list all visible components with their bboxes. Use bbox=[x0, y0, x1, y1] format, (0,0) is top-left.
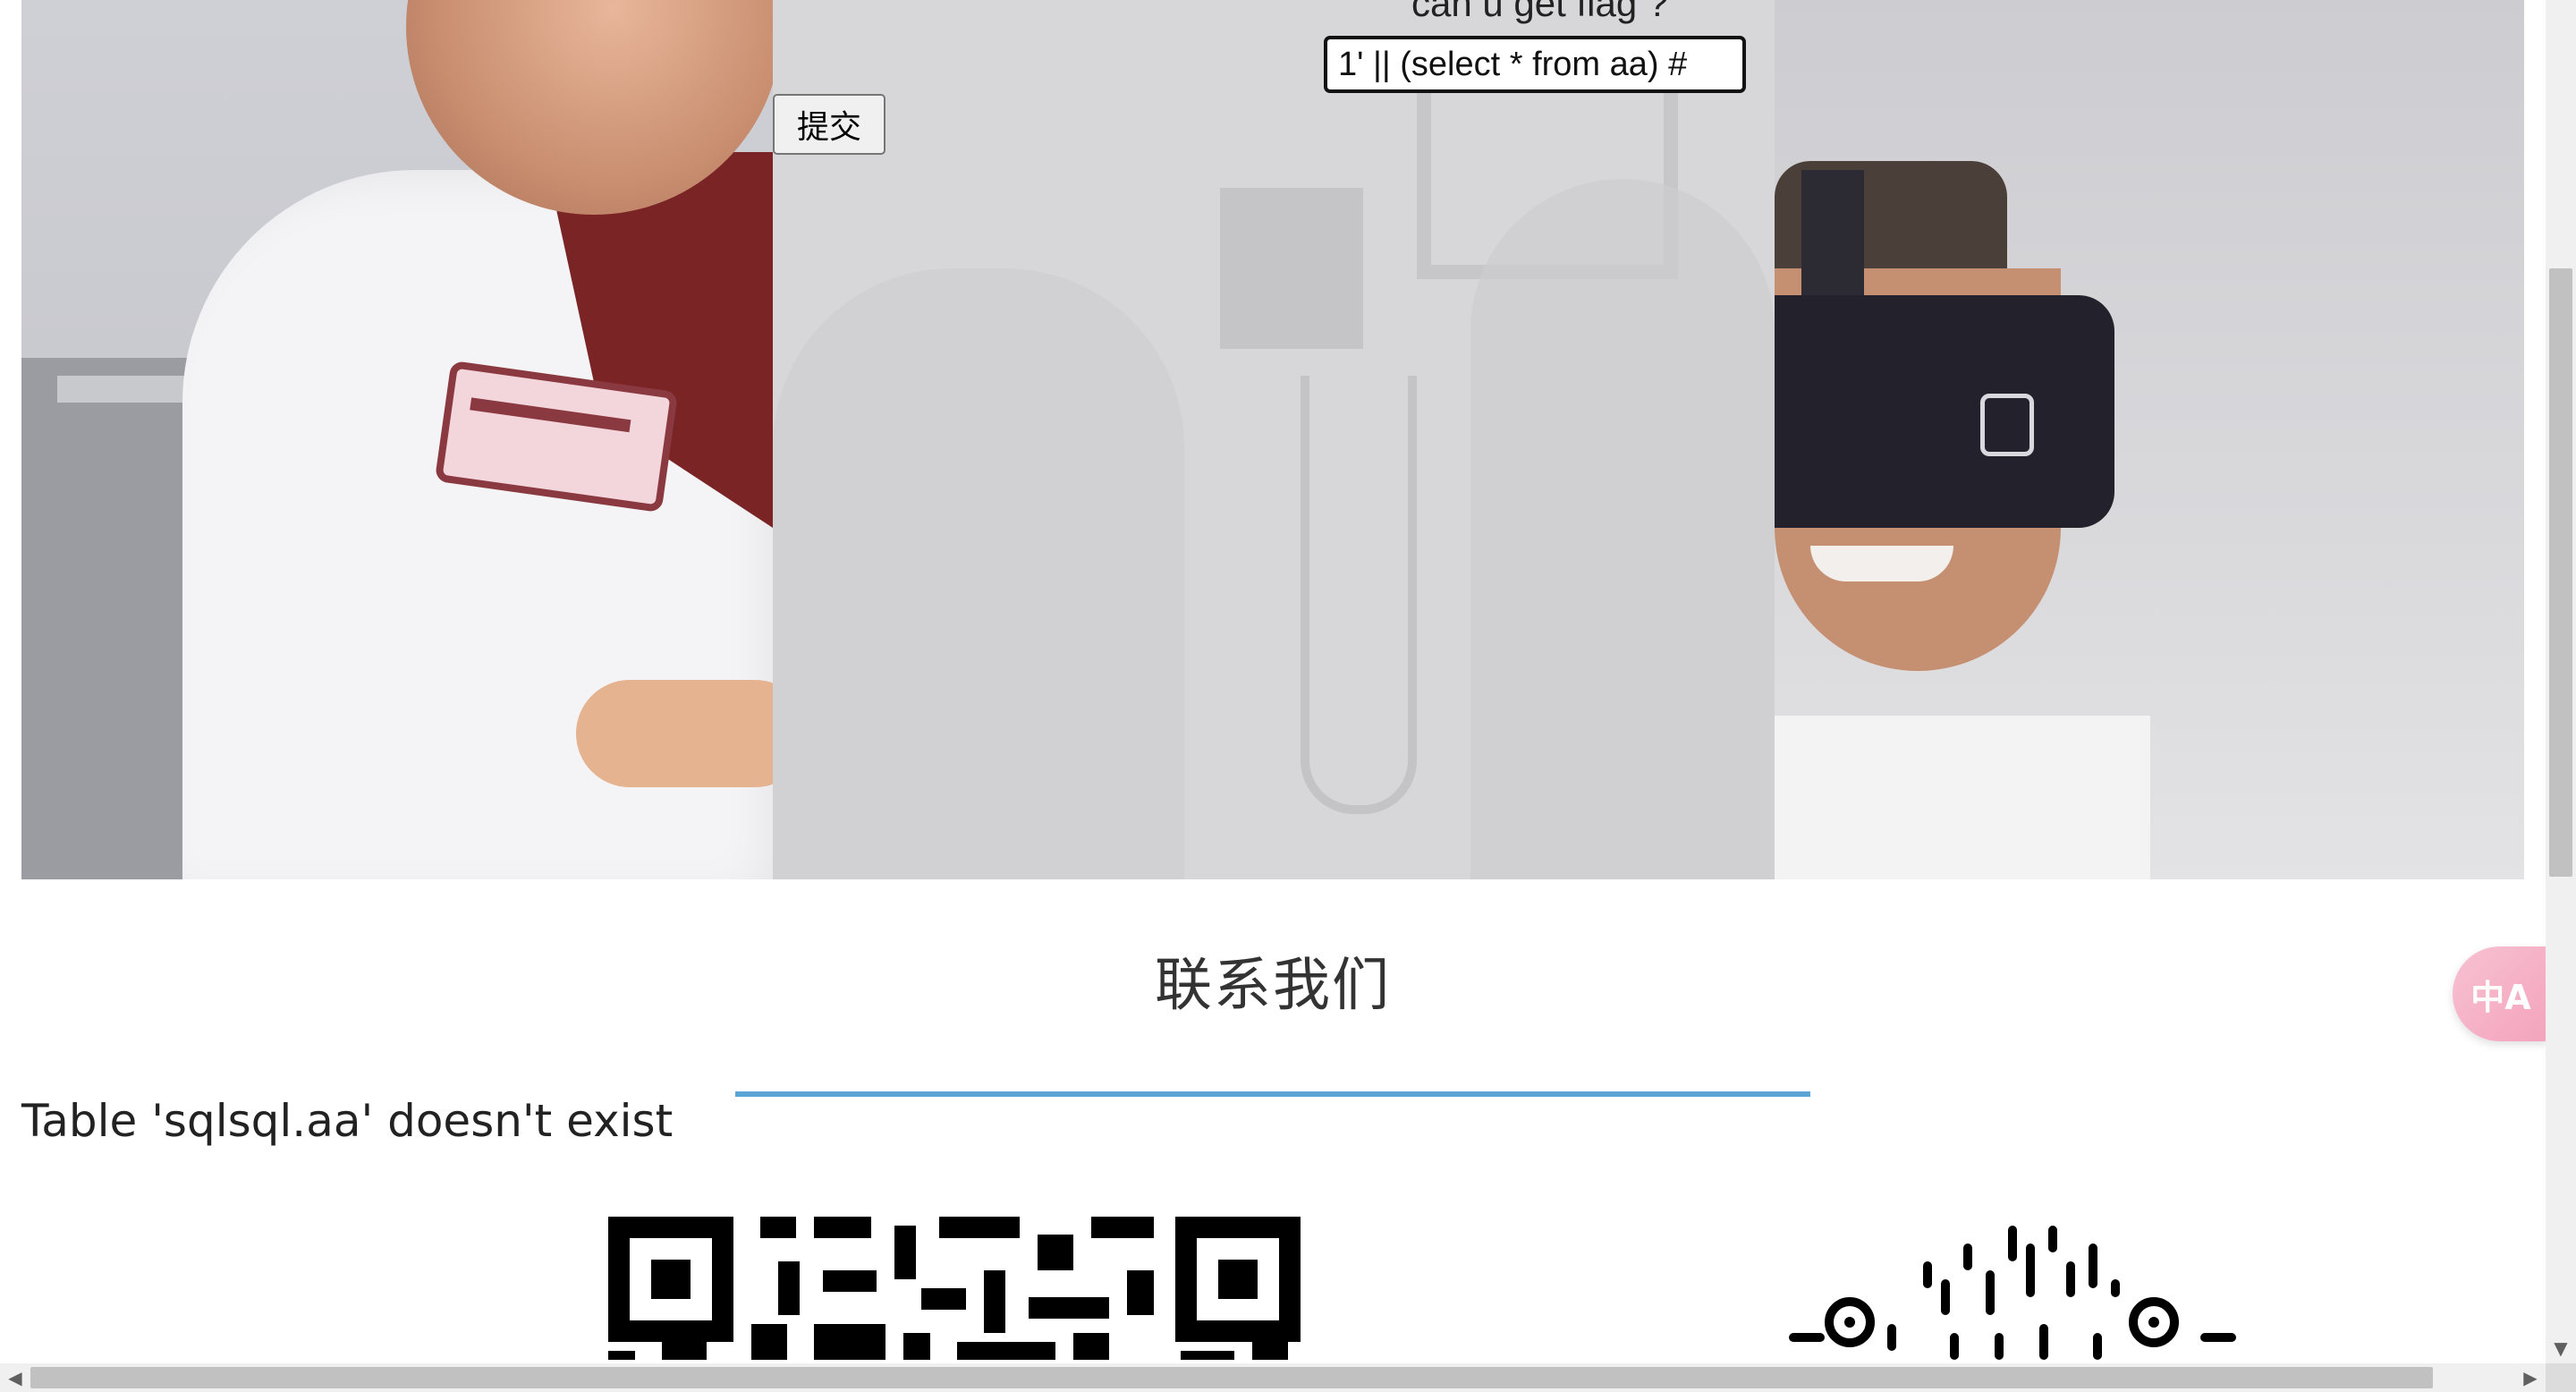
code-eye bbox=[2129, 1297, 2179, 1347]
hero-image-clinic bbox=[773, 0, 1775, 879]
phone-cord bbox=[1301, 376, 1417, 814]
qr-code bbox=[608, 1217, 1301, 1360]
contact-title: 联系我们 bbox=[1155, 953, 1391, 1019]
translate-button[interactable]: 中A bbox=[2453, 946, 2549, 1041]
code-eye bbox=[1825, 1297, 1875, 1347]
scroll-right-arrow-icon[interactable]: ▶ bbox=[2515, 1363, 2546, 1392]
smile bbox=[1810, 546, 1953, 581]
horizontal-scrollbar[interactable]: ◀ ▶ bbox=[0, 1363, 2546, 1392]
faded-figure-left bbox=[773, 268, 1184, 879]
submit-button[interactable]: 提交 bbox=[773, 94, 886, 155]
hero-image-vr bbox=[1775, 0, 2524, 879]
scroll-left-arrow-icon[interactable]: ◀ bbox=[0, 1363, 30, 1392]
wall-panel bbox=[1220, 188, 1363, 349]
hero-banner bbox=[21, 0, 2524, 879]
mini-program-code bbox=[1771, 1226, 2254, 1360]
scroll-down-arrow-icon[interactable]: ▼ bbox=[2546, 1333, 2576, 1363]
sql-error-message: Table 'sqlsql.aa' doesn't exist bbox=[21, 1095, 674, 1147]
qr-finder-pattern bbox=[608, 1217, 733, 1342]
query-input[interactable] bbox=[1324, 36, 1746, 93]
vr-headset bbox=[1775, 295, 2114, 528]
section-divider bbox=[735, 1091, 1810, 1097]
faded-figure-right bbox=[1470, 179, 1775, 879]
headset-logo bbox=[1980, 394, 2034, 456]
vertical-scrollbar-thumb[interactable] bbox=[2549, 268, 2572, 877]
shirt bbox=[1775, 716, 2150, 879]
hero-image-scientist bbox=[21, 0, 773, 879]
form-prompt: can u get flag ? bbox=[1411, 0, 1669, 24]
qr-finder-pattern bbox=[1175, 1217, 1301, 1342]
translate-icon: 中A bbox=[2470, 977, 2531, 1017]
vertical-scrollbar[interactable] bbox=[2546, 0, 2576, 1363]
scrollbar-corner bbox=[2546, 1363, 2576, 1392]
horizontal-scrollbar-thumb[interactable] bbox=[30, 1367, 2433, 1388]
crossed-arms bbox=[576, 680, 773, 787]
